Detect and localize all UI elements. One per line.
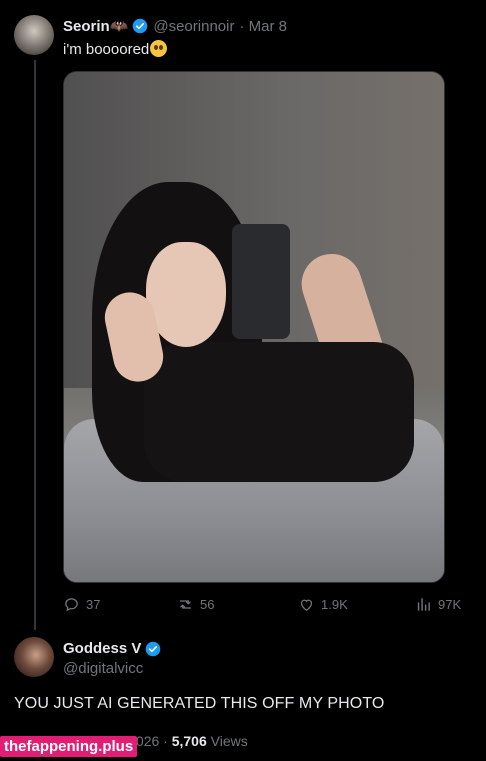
- reply-handle-row: @digitalvicc: [63, 660, 143, 677]
- reply-view-count: 5,706: [171, 733, 207, 749]
- repost-icon: [179, 600, 192, 609]
- reply-text: YOU JUST AI GENERATED THIS OFF MY PHOTO: [14, 695, 385, 712]
- pleading-face-emoji-icon: [150, 40, 168, 57]
- post-header: Seorin🦇 @seorinnoir · Mar 8: [63, 17, 287, 36]
- post-image[interactable]: [63, 71, 445, 583]
- watermark-label: thefappening.plus: [0, 736, 138, 757]
- reply-views-label: Views: [210, 733, 248, 749]
- post-text: i'm boooored: [63, 40, 168, 58]
- reply-author-handle[interactable]: @digitalvicc: [63, 660, 143, 677]
- repost-button[interactable]: 56: [177, 596, 214, 613]
- reply-button[interactable]: 37: [63, 596, 100, 613]
- verified-badge-icon: [133, 18, 148, 34]
- verified-badge-icon: [146, 641, 161, 656]
- avatar[interactable]: [14, 15, 54, 55]
- reply-avatar[interactable]: [14, 637, 54, 677]
- reply-author-name-row: Goddess V: [63, 640, 161, 657]
- views-button[interactable]: 97K: [415, 596, 461, 613]
- post-date[interactable]: · Mar 8: [239, 18, 287, 35]
- author-handle[interactable]: @seorinnoir: [153, 18, 234, 35]
- reply-author-name[interactable]: Goddess V: [63, 640, 141, 657]
- like-button[interactable]: 1.9K: [298, 596, 348, 613]
- author-name[interactable]: Seorin🦇: [63, 17, 128, 35]
- thread-line: [34, 60, 36, 630]
- reply-icon: [65, 598, 78, 612]
- views-icon: [417, 598, 430, 611]
- like-icon: [300, 599, 313, 611]
- action-bar: 37 56 1.9K 97K: [63, 596, 463, 616]
